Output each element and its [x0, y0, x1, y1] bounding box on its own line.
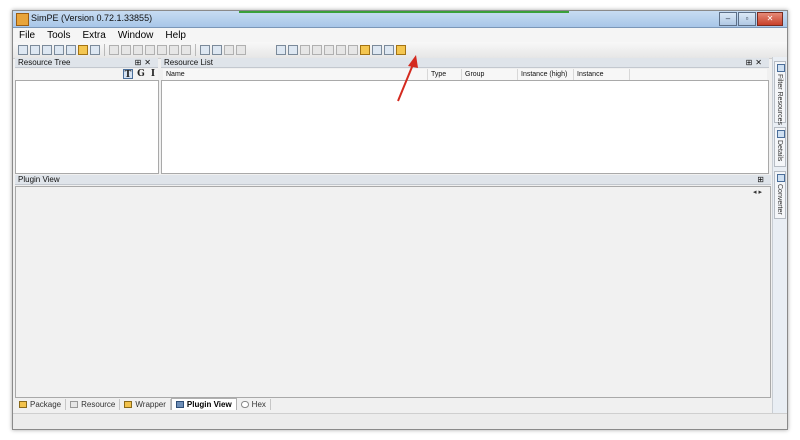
tab-filter-resources[interactable]: Filter Resources [774, 61, 786, 125]
people-icon[interactable] [384, 45, 394, 55]
wrapper-icon [124, 400, 133, 408]
columns-icon[interactable] [336, 45, 346, 55]
toolbar [13, 42, 787, 59]
menu-extra[interactable]: Extra [76, 30, 111, 41]
grid-export-icon[interactable] [181, 45, 191, 55]
list-icon[interactable] [312, 45, 322, 55]
tag-icon[interactable] [236, 45, 246, 55]
save-as-icon[interactable] [54, 45, 64, 55]
window-title: SimPE (Version 0.72.1.33855) [31, 13, 153, 23]
column-header-group[interactable]: Group [462, 69, 518, 80]
titlebar-progress-strip [239, 11, 569, 13]
status-bar [13, 413, 787, 429]
refresh-icon[interactable] [200, 45, 210, 55]
grid-delete-icon[interactable] [169, 45, 179, 55]
tools-icon[interactable] [224, 45, 234, 55]
tab-converter[interactable]: Converter [774, 171, 786, 219]
tab-wrapper[interactable]: Wrapper [120, 398, 171, 410]
minimize-button[interactable]: ‒ [719, 12, 737, 26]
plugin-view-nav-arrows[interactable]: ◂ ▸ [753, 188, 762, 196]
plugin-view-panel[interactable]: ◂ ▸ [15, 186, 771, 398]
maximize-button[interactable]: ▫ [738, 12, 756, 26]
menu-window[interactable]: Window [112, 30, 160, 41]
menu-bar: File Tools Extra Window Help [13, 28, 787, 42]
toolbar-separator [195, 44, 196, 56]
tree-mode-group-button[interactable]: G [136, 69, 146, 79]
close-pane-icon[interactable]: ✕ [755, 58, 765, 67]
close-button[interactable]: ✕ [757, 12, 783, 26]
wizard-icon[interactable] [212, 45, 222, 55]
resource-tree-panel[interactable] [15, 80, 159, 174]
cut-icon[interactable] [348, 45, 358, 55]
title-bar[interactable]: SimPE (Version 0.72.1.33855) ‒ ▫ ✕ [13, 11, 787, 28]
grid-copy-icon[interactable] [145, 45, 155, 55]
resource-icon [70, 400, 79, 408]
tab-plugin-view[interactable]: Plugin View [170, 398, 237, 410]
pin-icon[interactable]: ⊞ [757, 175, 767, 184]
app-icon [16, 13, 29, 26]
tab-label: Resource [81, 399, 116, 409]
app-window: SimPE (Version 0.72.1.33855) ‒ ▫ ✕ File … [12, 10, 788, 430]
details-icon [777, 130, 785, 138]
column-header-type[interactable]: Type [428, 69, 462, 80]
plugin-view-icon [175, 401, 184, 408]
document-icon[interactable] [288, 45, 298, 55]
menu-file[interactable]: File [13, 30, 41, 41]
save-icon[interactable] [42, 45, 52, 55]
close-pane-icon[interactable]: ✕ [144, 58, 154, 67]
resource-tree-header: Resource Tree ⊞✕ [15, 58, 158, 68]
column-header-name[interactable]: Name [163, 69, 428, 80]
tree-mode-instance-button[interactable]: I [148, 69, 158, 79]
menu-help[interactable]: Help [159, 30, 192, 41]
tab-label: Package [30, 399, 62, 409]
open-file-icon[interactable] [30, 45, 40, 55]
tab-details[interactable]: Details [774, 127, 786, 167]
globe-icon[interactable] [66, 45, 76, 55]
tab-hex[interactable]: Hex [237, 398, 271, 410]
new-file-icon[interactable] [18, 45, 28, 55]
grid-icon[interactable] [109, 45, 119, 55]
package-icon[interactable] [90, 45, 100, 55]
grid-add-icon[interactable] [121, 45, 131, 55]
resource-list-panel[interactable] [161, 80, 769, 174]
plugin-view-header: Plugin View ⊞ [15, 175, 771, 185]
resource-tree-toolbar: T G I [15, 69, 158, 80]
converter-label: Converter [776, 184, 783, 215]
window-controls: ‒ ▫ ✕ [719, 12, 783, 26]
pin-icon[interactable]: ⊞ [746, 58, 756, 67]
tree-mode-type-button[interactable]: T [123, 69, 133, 80]
image-icon[interactable] [300, 45, 310, 55]
details-label: Details [776, 140, 783, 162]
resource-tree-title: Resource Tree [18, 58, 71, 67]
users-icon[interactable] [78, 45, 88, 55]
tab-package[interactable]: Package [15, 398, 67, 410]
column-header-instance[interactable]: Instance [574, 69, 630, 80]
package-icon [19, 400, 27, 408]
toolbar-separator [104, 44, 105, 56]
photo-icon[interactable] [372, 45, 382, 55]
menu-tools[interactable]: Tools [41, 30, 76, 41]
resource-list-title: Resource List [164, 58, 213, 67]
tab-label: Plugin View [186, 400, 232, 409]
converter-icon [777, 174, 785, 182]
grid-paste-icon[interactable] [157, 45, 167, 55]
magnifier-icon [777, 64, 785, 72]
highlighted-tool-icon[interactable] [360, 45, 370, 55]
settings-icon[interactable] [324, 45, 334, 55]
filter-resources-label: Filter Resources [776, 74, 783, 125]
bottom-tab-strip: Package Resource Wrapper Plugin View Hex [15, 398, 771, 410]
right-dock-tabs: Filter Resources Details Converter [772, 57, 787, 421]
plugin-view-title: Plugin View [18, 175, 60, 184]
pin-icon[interactable]: ⊞ [135, 58, 145, 67]
column-header-instance-high[interactable]: Instance (high) [518, 69, 574, 80]
hex-icon [240, 400, 249, 408]
resource-list-header: Resource List ⊞✕ [161, 58, 769, 68]
grid-edit-icon[interactable] [133, 45, 143, 55]
tab-label: Wrapper [135, 399, 166, 409]
calculator-icon[interactable] [276, 45, 286, 55]
tab-resource[interactable]: Resource [66, 398, 121, 410]
user-icon[interactable] [396, 45, 406, 55]
tab-label: Hex [251, 399, 266, 409]
